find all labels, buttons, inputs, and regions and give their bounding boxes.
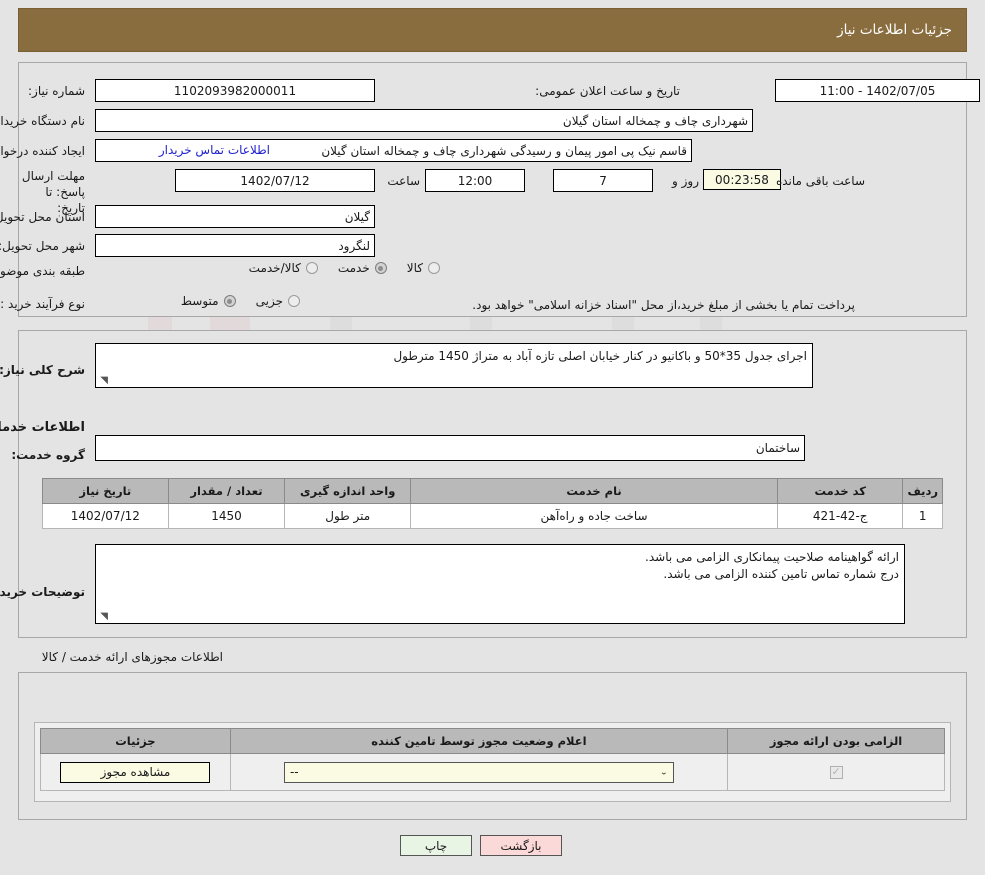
license-required-cell <box>727 753 945 791</box>
category-option-0[interactable]: کالا <box>393 261 440 275</box>
label-service-group: گروه خدمت: <box>11 448 85 462</box>
service-cell-5: 1402/07/12 <box>42 503 169 529</box>
service-table-col-4: تعداد / مقدار <box>167 478 286 504</box>
purchase-option-1[interactable]: متوسط <box>167 294 236 308</box>
license-table-col-2: جزئیات <box>40 728 231 754</box>
category-option-1[interactable]: خدمت <box>324 261 387 275</box>
category-label-1: خدمت <box>337 261 370 275</box>
label-purchase-type: نوع فرآیند خرید : <box>0 297 85 311</box>
buyer-contact-link[interactable]: اطلاعات تماس خریدار <box>159 143 270 157</box>
purchase-radio-1[interactable] <box>223 295 236 307</box>
category-radio-1[interactable] <box>374 262 387 274</box>
service-cell-1: ج-42-421 <box>776 503 904 529</box>
label-hour: ساعت <box>387 174 420 188</box>
page-root: جزئیات اطلاعات نیاز شماره نیاز: 11020939… <box>0 0 985 875</box>
service-table-col-0: ردیف <box>902 478 943 504</box>
label-general-desc: شرح کلی نیاز: <box>0 363 85 377</box>
field-general-desc[interactable]: اجرای جدول 35*50 و باکانیو در کنار خیابا… <box>95 343 813 388</box>
label-hours-left: ساعت باقی مانده <box>775 174 865 188</box>
field-need-number[interactable]: 1102093982000011 <box>95 79 375 102</box>
license-table-col-0: الزامی بودن ارائه مجوز <box>727 728 945 754</box>
license-status-select[interactable]: ⌄ -- <box>283 761 674 783</box>
buyer-notes-line-1: ارائه گواهینامه صلاحیت پیمانکاری الزامی … <box>645 550 899 564</box>
purchase-label-0: جزیی <box>255 294 283 308</box>
buyer-notes-line-2: درج شماره تماس تامین کننده الزامی می باش… <box>663 567 899 581</box>
license-table-body: ⌄ -- مشاهده مجوز <box>40 753 945 791</box>
service-cell-4: 1450 <box>167 503 286 529</box>
category-label-2: کالا/خدمت <box>248 261 301 275</box>
category-option-2[interactable]: کالا/خدمت <box>235 261 318 275</box>
field-public-announce[interactable]: 1402/07/05 - 11:00 <box>775 79 980 102</box>
label-deadline: مهلت ارسال پاسخ: تا تاریخ: <box>21 169 85 215</box>
license-required-checkbox <box>829 765 843 779</box>
general-desc-text: اجرای جدول 35*50 و باکانیو در کنار خیابا… <box>393 349 807 363</box>
service-table-header-row: ردیف کد خدمت نام خدمت واحد اندازه گیری تعداد… <box>42 478 943 504</box>
service-table-col-3: واحد اندازه گیری <box>284 478 412 504</box>
service-table-col-5: تاریخ نیاز <box>42 478 169 504</box>
field-days-left[interactable]: 7 <box>553 169 653 192</box>
field-time-left: 00:23:58 <box>703 169 781 190</box>
service-table: ردیف کد خدمت نام خدمت واحد اندازه گیری تعداد… <box>42 478 943 529</box>
purchase-option-0[interactable]: جزیی <box>242 294 300 308</box>
category-radio-2[interactable] <box>305 262 318 274</box>
field-buyer-org[interactable]: شهرداری چاف و چمخاله استان گیلان <box>95 109 753 132</box>
service-cell-3: متر طول <box>284 503 412 529</box>
resize-grip-icon-notes[interactable]: ◥ <box>98 612 108 622</box>
page-title: جزئیات اطلاعات نیاز <box>837 22 952 38</box>
label-public-announce: تاریخ و ساعت اعلان عمومی: <box>535 84 680 98</box>
table-row: 1 ج-42-421 ساخت جاده و راه‌آهن متر طول 1450 1… <box>42 503 943 529</box>
field-deadline-date[interactable]: 1402/07/12 <box>175 169 375 192</box>
license-table: الزامی بودن ارائه مجوز اعلام وضعیت مجوز ت… <box>40 728 945 791</box>
purchase-note: پرداخت تمام یا بخشی از مبلغ خرید،از محل … <box>472 298 855 312</box>
label-city: شهر محل تحویل: <box>0 239 85 253</box>
license-status-cell: ⌄ -- <box>229 753 729 791</box>
chevron-down-icon[interactable]: ⌄ <box>660 768 668 777</box>
purchase-radio-0[interactable] <box>288 295 300 307</box>
section-title-services: اطلاعات خدمات مورد نیاز <box>0 420 85 435</box>
license-table-header-row: الزامی بودن ارائه مجوز اعلام وضعیت مجوز ت… <box>40 728 945 754</box>
category-label-0: کالا <box>406 261 423 275</box>
category-radio-0[interactable] <box>428 262 440 274</box>
license-status-value: -- <box>289 765 299 779</box>
service-cell-0: 1 <box>902 503 943 529</box>
category-radio-group[interactable]: کالا خدمت کالا/خدمت <box>235 261 440 275</box>
page-header-bar: جزئیات اطلاعات نیاز <box>18 8 967 52</box>
field-province[interactable]: گیلان <box>95 205 375 228</box>
field-service-group[interactable]: ساختمان <box>95 435 805 461</box>
service-table-col-1: کد خدمت <box>776 478 904 504</box>
label-buyer-notes: توضیحات خریدار: <box>0 585 85 599</box>
license-table-col-1: اعلام وضعیت مجوز توسط تامین کننده <box>229 728 729 754</box>
field-deadline-hour[interactable]: 12:00 <box>425 169 525 192</box>
purchase-radio-group[interactable]: جزیی متوسط <box>167 294 300 308</box>
back-button[interactable]: بازگشت <box>480 835 562 856</box>
print-button[interactable]: چاپ <box>400 835 472 856</box>
label-buyer-org: نام دستگاه خریدار: <box>0 114 85 128</box>
label-requester: ایجاد کننده درخواست: <box>0 144 85 158</box>
section-title-licenses: اطلاعات مجوزهای ارائه خدمت / کالا <box>41 650 223 664</box>
field-city[interactable]: لنگرود <box>95 234 375 257</box>
label-need-number: شماره نیاز: <box>28 84 85 98</box>
service-cell-2: ساخت جاده و راه‌آهن <box>410 503 778 529</box>
service-table-col-2: نام خدمت <box>410 478 778 504</box>
field-buyer-notes[interactable]: ارائه گواهینامه صلاحیت پیمانکاری الزامی … <box>95 544 905 624</box>
label-category: طبقه بندی موضوعی: <box>0 264 85 278</box>
purchase-label-1: متوسط <box>180 294 219 308</box>
resize-grip-icon[interactable]: ◥ <box>98 376 108 386</box>
service-table-body: 1 ج-42-421 ساخت جاده و راه‌آهن متر طول 1450 1… <box>42 503 943 529</box>
view-license-button[interactable]: مشاهده مجوز <box>60 761 211 783</box>
license-details-cell: مشاهده مجوز <box>40 753 231 791</box>
label-province: استان محل تحویل: <box>0 210 85 224</box>
label-day-and: روز و <box>672 174 699 188</box>
table-row: ⌄ -- مشاهده مجوز <box>40 753 945 791</box>
